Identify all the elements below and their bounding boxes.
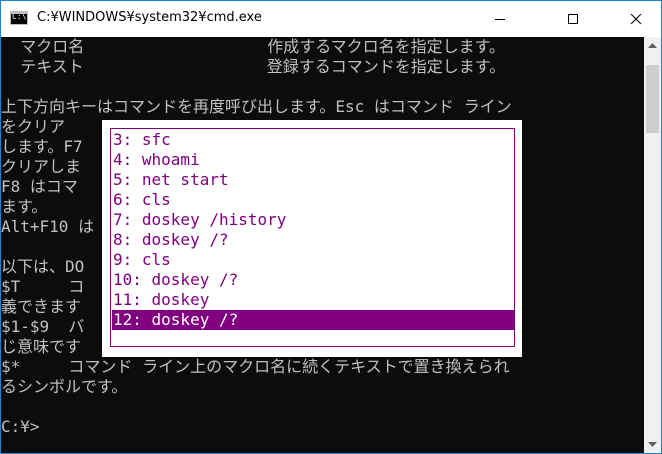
console-line: をクリア	[1, 117, 66, 136]
minimize-button[interactable]	[477, 1, 523, 37]
history-item[interactable]: 6: cls	[112, 190, 514, 210]
console-line: テキスト 登録するコマンドを指定します。	[1, 57, 506, 76]
history-item[interactable]: 9: cls	[112, 250, 514, 270]
command-history-popup[interactable]: 3: sfc 4: whoami 5: net start 6: cls 7: dosk…	[102, 120, 522, 357]
maximize-button[interactable]	[550, 1, 596, 37]
close-button[interactable]	[613, 1, 659, 37]
minimize-icon	[495, 19, 505, 20]
scrollbar-thumb[interactable]	[646, 65, 659, 133]
history-item[interactable]: 10: doskey /?	[112, 270, 514, 290]
console-line: じ意味です	[1, 337, 82, 356]
history-item[interactable]: 3: sfc	[112, 130, 514, 150]
history-item[interactable]: 5: net start	[112, 170, 514, 190]
window-title: C:¥WINDOWS¥system32¥cmd.exe	[37, 10, 262, 25]
console-line: るシンボルです。	[1, 377, 128, 396]
scroll-down-button[interactable]	[644, 436, 661, 453]
history-item[interactable]: 7: doskey /history	[112, 210, 514, 230]
history-item-selected[interactable]: 12: doskey /?	[112, 310, 514, 330]
cmd-app-icon[interactable]: C:\	[10, 11, 28, 25]
console-line: $* コマンド ライン上のマクロ名に続くテキストで置き換えられ	[1, 357, 510, 376]
console-line: マクロ名 作成するマクロ名を指定します。	[1, 37, 506, 56]
scroll-up-arrow-icon	[648, 42, 657, 48]
console-line: C:¥>	[1, 417, 40, 436]
console-line: ます。	[1, 197, 48, 216]
console-line: 以下は、DO	[1, 257, 85, 276]
history-item[interactable]: 8: doskey /?	[112, 230, 514, 250]
history-item[interactable]: 11: doskey	[112, 290, 514, 310]
console-line: 上下方向キーはコマンドを再度呼び出します。Esc はコマンド ライン	[1, 97, 512, 116]
console-line: Alt+F10 は	[1, 217, 95, 236]
vertical-scrollbar[interactable]	[644, 37, 661, 453]
scroll-down-arrow-icon	[648, 441, 657, 447]
console-line: 義できます	[1, 297, 82, 316]
cmd-window: C:\ C:¥WINDOWS¥system32¥cmd.exe マクロ名 作成す…	[0, 0, 662, 454]
console-line: クリアしま	[1, 157, 82, 176]
history-item[interactable]: 4: whoami	[112, 150, 514, 170]
close-icon	[630, 13, 642, 25]
app-icon-text: C:\	[12, 12, 27, 21]
title-bar[interactable]: C:\ C:¥WINDOWS¥system32¥cmd.exe	[1, 1, 661, 37]
scroll-up-button[interactable]	[644, 37, 661, 54]
maximize-icon	[568, 14, 578, 24]
